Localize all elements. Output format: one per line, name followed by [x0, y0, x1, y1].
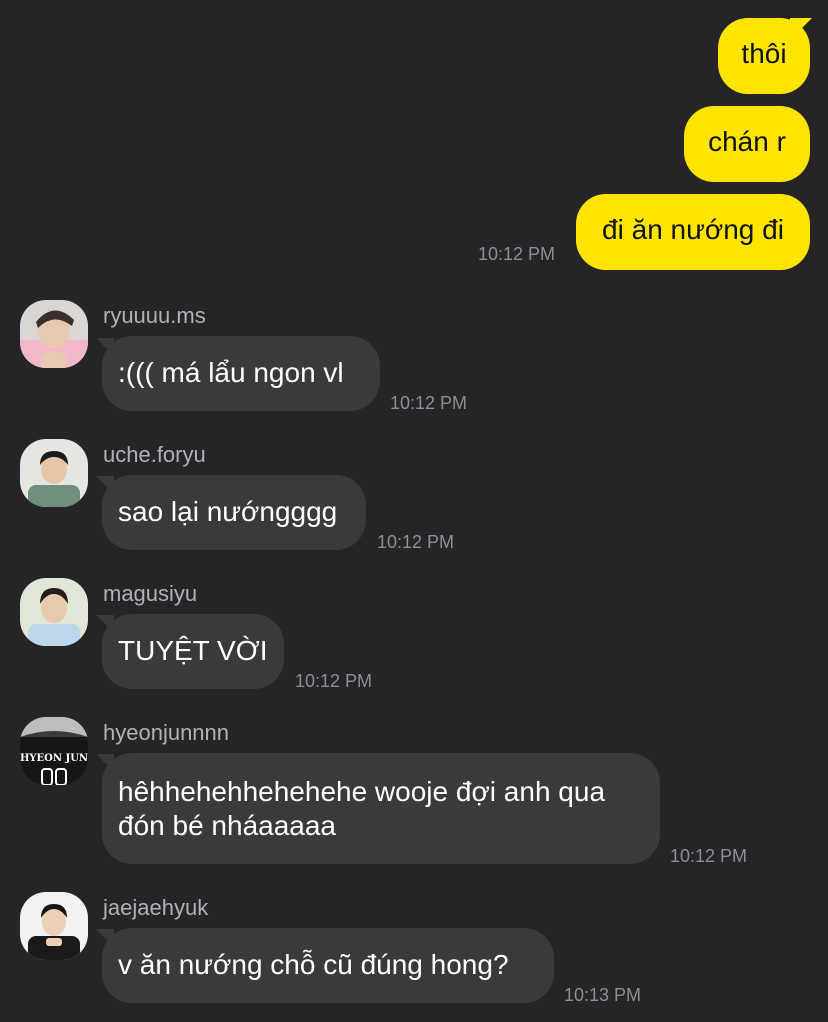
user-avatar[interactable]: [20, 892, 88, 960]
message-bubble[interactable]: hêhhehehhehehehe wooje đợi anh qua đón b…: [102, 753, 660, 864]
message-timestamp: 10:12 PM: [478, 244, 556, 264]
message-bubble[interactable]: :((( má lẩu ngon vl: [102, 336, 380, 411]
message-timestamp: 10:12 PM: [295, 671, 373, 691]
message-text: v ăn nướng chỗ cũ đúng hong?: [118, 949, 509, 980]
message-text: đi ăn nướng đi: [602, 214, 784, 245]
message-text: chán r: [708, 126, 786, 157]
message-bubble[interactable]: TUYỆT VỜI: [102, 614, 284, 689]
avatar-light-blue-shirt: [20, 578, 88, 646]
message-text: TUYỆT VỜI: [118, 635, 268, 666]
avatar-pink-shirt: [20, 300, 88, 368]
message-timestamp: 10:13 PM: [564, 985, 642, 1005]
svg-text:HYEON JUN: HYEON JUN: [20, 753, 88, 764]
message-timestamp: 10:12 PM: [377, 532, 455, 552]
sender-name[interactable]: hyeonjunnnn: [103, 720, 229, 746]
message-text: hêhhehehhehehehe wooje đợi anh qua đón b…: [118, 776, 606, 841]
message-text: thôi: [741, 38, 787, 69]
avatar-black-shirt: [20, 892, 88, 960]
sender-name[interactable]: ryuuuu.ms: [103, 303, 206, 329]
my-message-bubble[interactable]: đi ăn nướng đi: [576, 194, 810, 270]
avatar-green-shirt: [20, 439, 88, 507]
sender-name[interactable]: uche.foryu: [103, 442, 206, 468]
message-text: sao lại nướngggg: [118, 496, 338, 527]
message-text: :((( má lẩu ngon vl: [118, 357, 344, 388]
my-message-bubble[interactable]: chán r: [684, 106, 810, 182]
user-avatar[interactable]: [20, 439, 88, 507]
message-bubble[interactable]: sao lại nướngggg: [102, 475, 366, 550]
message-timestamp: 10:12 PM: [390, 393, 468, 413]
user-avatar[interactable]: [20, 300, 88, 368]
user-avatar[interactable]: [20, 578, 88, 646]
chat-thread: thôi chán r đi ăn nướng đi 10:12 PM ryuu…: [0, 0, 828, 1022]
message-bubble[interactable]: v ăn nướng chỗ cũ đúng hong?: [102, 928, 554, 1003]
user-avatar[interactable]: HYEON JUN: [20, 717, 88, 785]
sender-name[interactable]: jaejaehyuk: [103, 895, 208, 921]
message-timestamp: 10:12 PM: [670, 846, 748, 866]
sender-name[interactable]: magusiyu: [103, 581, 197, 607]
avatar-jersey: HYEON JUN: [20, 717, 88, 785]
my-message-bubble[interactable]: thôi: [718, 18, 810, 94]
